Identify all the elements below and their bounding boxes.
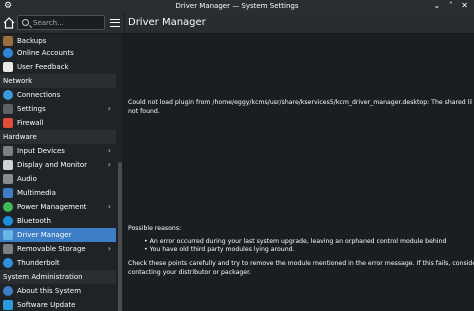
chevron-right-icon: › — [107, 146, 111, 155]
sidebar-item-label: Power Management — [17, 203, 87, 211]
sidebar-scrollbar[interactable] — [118, 162, 122, 311]
sidebar-toolbar — [0, 12, 124, 34]
chevron-right-icon: › — [107, 160, 111, 169]
reason-item: • You have old third party modules lying… — [144, 246, 295, 253]
sidebar-item-label: Audio — [17, 175, 37, 183]
sidebar-item-connections[interactable]: Connections — [0, 88, 116, 102]
sidebar-item-label: Connections — [17, 91, 61, 99]
backups-icon — [3, 35, 13, 46]
firewall-icon — [3, 118, 13, 128]
sidebar-item-label: User Feedback — [17, 63, 69, 71]
chevron-right-icon: › — [107, 104, 111, 113]
display-icon — [3, 160, 13, 170]
search-field[interactable] — [17, 15, 105, 30]
power-icon — [3, 202, 13, 212]
sidebar-item-backups[interactable]: Backups — [0, 35, 116, 46]
reasons-heading: Possible reasons: — [128, 225, 182, 232]
sidebar-item-removable-storage[interactable]: Removable Storage › — [0, 242, 116, 256]
sidebar-item-label: Settings — [17, 105, 46, 113]
sidebar-item-label: Bluetooth — [17, 217, 51, 225]
sidebar-item-label: Online Accounts — [17, 49, 74, 57]
chevron-right-icon: › — [107, 244, 111, 253]
input-devices-icon — [3, 146, 13, 156]
sidebar-item-software-update[interactable]: Software Update — [0, 298, 116, 311]
info-icon — [3, 286, 13, 296]
hamburger-menu-icon[interactable] — [110, 19, 120, 27]
section-system-administration: System Administration — [0, 270, 116, 284]
sidebar: Backups Online Accounts User Feedback Ne… — [0, 12, 124, 311]
sidebar-item-display-and-monitor[interactable]: Display and Monitor › — [0, 158, 116, 172]
sidebar-item-label: Firewall — [17, 119, 44, 127]
sidebar-item-bluetooth[interactable]: Bluetooth — [0, 214, 116, 228]
user-feedback-icon — [3, 62, 13, 72]
online-accounts-icon — [3, 48, 13, 58]
title-bar: ⚙ Driver Manager — System Settings ⌄ ˄ ✕ — [0, 0, 474, 12]
sidebar-item-label: Driver Manager — [17, 231, 72, 239]
window-title: Driver Manager — System Settings — [175, 2, 299, 10]
removable-storage-icon — [3, 244, 13, 254]
page-title: Driver Manager — [128, 17, 206, 28]
section-hardware: Hardware — [0, 130, 116, 144]
multimedia-icon — [3, 188, 13, 198]
sidebar-item-label: Multimedia — [17, 189, 56, 197]
driver-manager-icon — [3, 230, 13, 240]
sidebar-item-audio[interactable]: Audio — [0, 172, 116, 186]
sidebar-item-label: Backups — [17, 36, 47, 45]
sidebar-item-firewall[interactable]: Firewall — [0, 116, 116, 130]
sidebar-item-label: Display and Monitor — [17, 161, 88, 169]
sidebar-nav: Backups Online Accounts User Feedback Ne… — [0, 35, 116, 311]
section-network: Network — [0, 74, 116, 88]
search-icon — [22, 19, 29, 26]
sidebar-item-multimedia[interactable]: Multimedia — [0, 186, 116, 200]
sidebar-item-label: Input Devices — [17, 147, 65, 155]
chevron-right-icon: › — [107, 202, 111, 211]
content-header: Driver Manager — [125, 12, 474, 34]
sidebar-item-label: Software Update — [17, 301, 76, 309]
home-button[interactable] — [3, 16, 15, 30]
network-settings-icon — [3, 104, 13, 114]
sidebar-item-about-this-system[interactable]: About this System — [0, 284, 116, 298]
sidebar-item-driver-manager[interactable]: Driver Manager — [0, 228, 116, 242]
window-controls[interactable]: ⌄ ˄ ✕ — [434, 1, 472, 11]
sidebar-item-network-settings[interactable]: Settings › — [0, 102, 116, 116]
bluetooth-icon — [3, 216, 13, 226]
home-icon — [3, 17, 15, 29]
error-message: Could not load plugin from /home/eggy/kc… — [128, 99, 472, 115]
sidebar-item-label: Removable Storage — [17, 245, 86, 253]
audio-icon — [3, 174, 13, 184]
sidebar-item-user-feedback[interactable]: User Feedback — [0, 60, 116, 74]
sidebar-item-online-accounts[interactable]: Online Accounts — [0, 46, 116, 60]
thunderbolt-icon — [3, 258, 13, 268]
sidebar-item-thunderbolt[interactable]: Thunderbolt — [0, 256, 116, 270]
software-update-icon — [3, 300, 13, 310]
connections-icon — [3, 90, 13, 100]
sidebar-item-input-devices[interactable]: Input Devices › — [0, 144, 116, 158]
search-input[interactable] — [33, 17, 103, 28]
sidebar-item-label: About this System — [17, 287, 82, 295]
advice-text: Check these points carefully and try to … — [128, 260, 474, 276]
main-content: Driver Manager Could not load plugin fro… — [125, 12, 474, 311]
sidebar-item-label: Thunderbolt — [17, 259, 60, 267]
sidebar-item-power-management[interactable]: Power Management › — [0, 200, 116, 214]
